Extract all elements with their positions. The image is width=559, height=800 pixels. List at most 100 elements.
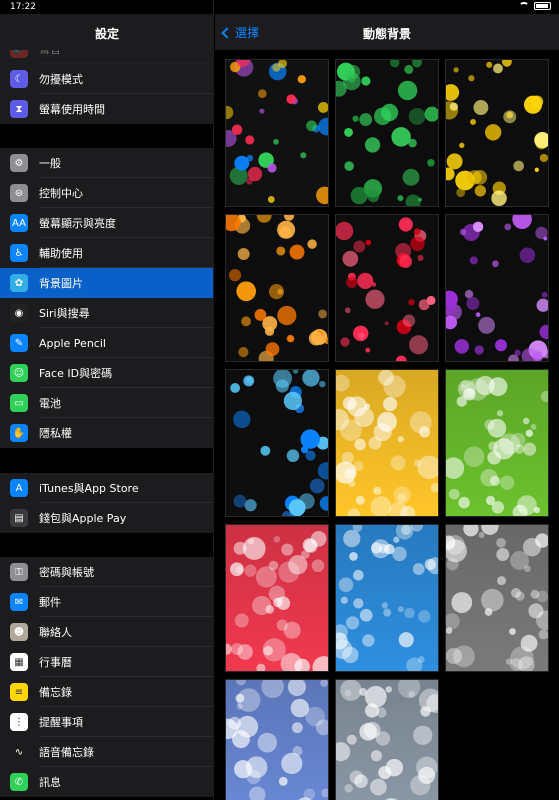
sidebar-item-label: 電池	[39, 397, 61, 410]
control-center-icon: ⊜	[10, 184, 28, 202]
sidebar-item[interactable]: ✆ 訊息	[0, 767, 213, 797]
reminders-icon: ⋮	[10, 713, 28, 731]
sidebar-item-label: 密碼與帳號	[39, 566, 94, 579]
bokeh-pattern	[446, 60, 548, 206]
sidebar-item-label: 訊息	[39, 776, 61, 789]
sidebar-item[interactable]: ∿ 語音備忘錄	[0, 737, 213, 767]
sidebar-item-label: 隱私權	[39, 427, 72, 440]
detail-nav-bar: 選擇 動態背景	[215, 14, 559, 50]
sidebar-item[interactable]: ✎ Apple Pencil	[0, 328, 213, 358]
wallpaper-thumbnail-red-bokeh[interactable]	[335, 214, 439, 362]
wifi-icon	[519, 2, 529, 10]
sidebar-item[interactable]: ♿ 輔助使用	[0, 238, 213, 268]
hourglass-icon: ⧗	[10, 100, 28, 118]
siri-icon: ◉	[10, 304, 28, 322]
moon-icon: ☾	[10, 70, 28, 88]
sidebar-item-label: 勿擾模式	[39, 73, 83, 86]
wallet-icon: ▤	[10, 509, 28, 527]
sidebar-item[interactable]: ▦ 行事曆	[0, 647, 213, 677]
sidebar-item-label: Siri與搜尋	[39, 307, 90, 320]
wallpaper-thumbnail-red-light[interactable]	[225, 524, 329, 672]
sidebar-item-label: 輔助使用	[39, 247, 83, 260]
sidebar-item-label: 螢幕使用時間	[39, 103, 105, 116]
pencil-icon: ✎	[10, 334, 28, 352]
settings-group: AiTunes與App Store ▤ 錢包與Apple Pay	[0, 473, 213, 533]
status-bar: 17:22	[0, 0, 559, 14]
appstore-icon: A	[10, 479, 28, 497]
wallpaper-thumbnail-blue-light[interactable]	[335, 524, 439, 672]
contacts-icon: ☻	[10, 623, 28, 641]
mail-icon: ✉	[10, 593, 28, 611]
wallpaper-thumbnail-blue-bokeh[interactable]	[225, 369, 329, 517]
calendar-icon: ▦	[10, 653, 28, 671]
battery-icon: ▭	[10, 394, 28, 412]
bokeh-pattern	[336, 525, 438, 671]
sidebar-item[interactable]: ▤ 錢包與Apple Pay	[0, 503, 213, 533]
sidebar-item[interactable]: ☻ 聯絡人	[0, 617, 213, 647]
sidebar-item-label: 控制中心	[39, 187, 83, 200]
battery-icon	[534, 2, 551, 10]
sidebar-item-label: 郵件	[39, 596, 61, 609]
notes-icon: ≡	[10, 683, 28, 701]
bokeh-pattern	[226, 370, 328, 516]
key-icon: ⚿	[10, 563, 28, 581]
sidebar-item[interactable]: ⧗ 螢幕使用時間	[0, 94, 213, 124]
accessibility-icon: ♿	[10, 244, 28, 262]
sidebar-item[interactable]: ⋮ 提醒事項	[0, 707, 213, 737]
wallpaper-detail-pane: 選擇 動態背景	[215, 0, 559, 800]
sidebar-item[interactable]: AA 螢幕顯示與亮度	[0, 208, 213, 238]
wallpaper-thumbnail-green-light[interactable]	[445, 369, 549, 517]
settings-sidebar: 設定 🔊聲音☾勿擾模式⧗螢幕使用時間⚙一般⊜控制中心AA螢幕顯示與亮度♿輔助使用…	[0, 0, 214, 800]
voice-memos-icon: ∿	[10, 743, 28, 761]
sidebar-item[interactable]: ☾ 勿擾模式	[0, 64, 213, 94]
wallpaper-thumbnail-green-bokeh[interactable]	[335, 59, 439, 207]
settings-group: ⚿ 密碼與帳號 ✉ 郵件 ☻ 聯絡人 ▦ 行事曆 ≡ 備忘錄 ⋮ 提醒事項 ∿ 語音備忘錄 ✆ 訊息	[0, 557, 213, 797]
wallpaper-thumbnail-yellow-light[interactable]	[335, 369, 439, 517]
bokeh-pattern	[226, 215, 328, 361]
sidebar-item[interactable]: ◉ Siri與搜尋	[0, 298, 213, 328]
bokeh-pattern	[446, 525, 548, 671]
wallpaper-thumbnail-orange-bokeh[interactable]	[225, 214, 329, 362]
bokeh-pattern	[226, 680, 328, 800]
sidebar-item[interactable]: AiTunes與App Store	[0, 473, 213, 503]
settings-group: ⚙ 一般 ⊜ 控制中心 AA 螢幕顯示與亮度 ♿ 輔助使用 ✿ 背景圖片 ◉ Siri與搜尋 ✎ Appl…	[0, 148, 213, 448]
sidebar-item[interactable]: ⊜ 控制中心	[0, 178, 213, 208]
sidebar-item-label: 一般	[39, 157, 61, 170]
gear-icon: ⚙	[10, 154, 28, 172]
status-icons	[519, 2, 551, 10]
sidebar-header: 設定	[0, 14, 213, 50]
sidebar-item[interactable]: ☺ Face ID與密碼	[0, 358, 213, 388]
bokeh-pattern	[446, 215, 548, 361]
wallpaper-thumbnail-multicolor-bokeh[interactable]	[225, 59, 329, 207]
sidebar-item-label: 語音備忘錄	[39, 746, 94, 759]
sidebar-item-label: Apple Pencil	[39, 336, 106, 350]
bokeh-pattern	[226, 60, 328, 206]
wallpaper-thumbnail-yellow-bokeh[interactable]	[445, 59, 549, 207]
sidebar-item-label: 聯絡人	[39, 626, 72, 639]
sidebar-item[interactable]: ✉ 郵件	[0, 587, 213, 617]
sidebar-item[interactable]: ⚙ 一般	[0, 148, 213, 178]
bokeh-pattern	[336, 60, 438, 206]
bokeh-pattern	[336, 370, 438, 516]
sidebar-item[interactable]: ✿ 背景圖片	[0, 268, 213, 298]
sidebar-item[interactable]: ✋ 隱私權	[0, 418, 213, 448]
display-icon: AA	[10, 214, 28, 232]
wallpaper-thumbnail-silver-light[interactable]	[335, 679, 439, 800]
sidebar-item-label: 行事曆	[39, 656, 72, 669]
sidebar-item[interactable]: ≡ 備忘錄	[0, 677, 213, 707]
wallpaper-thumbnail-blue-purple-light[interactable]	[225, 679, 329, 800]
sidebar-item[interactable]: ▭ 電池	[0, 388, 213, 418]
status-time: 17:22	[10, 2, 36, 12]
sidebar-item-label: 背景圖片	[39, 277, 83, 290]
sidebar-item-label: 錢包與Apple Pay	[39, 512, 127, 525]
sidebar-item-label: iTunes與App Store	[39, 482, 139, 495]
messages-icon: ✆	[10, 773, 28, 791]
wallpaper-thumbnail-purple-bokeh[interactable]	[445, 214, 549, 362]
sidebar-item-label: Face ID與密碼	[39, 367, 113, 380]
wallpaper-thumbnail-gray-light[interactable]	[445, 524, 549, 672]
faceid-icon: ☺	[10, 364, 28, 382]
sidebar-title: 設定	[94, 27, 119, 41]
sidebar-item-label: 螢幕顯示與亮度	[39, 217, 116, 230]
sidebar-item[interactable]: ⚿ 密碼與帳號	[0, 557, 213, 587]
sidebar-item-label: 提醒事項	[39, 716, 83, 729]
